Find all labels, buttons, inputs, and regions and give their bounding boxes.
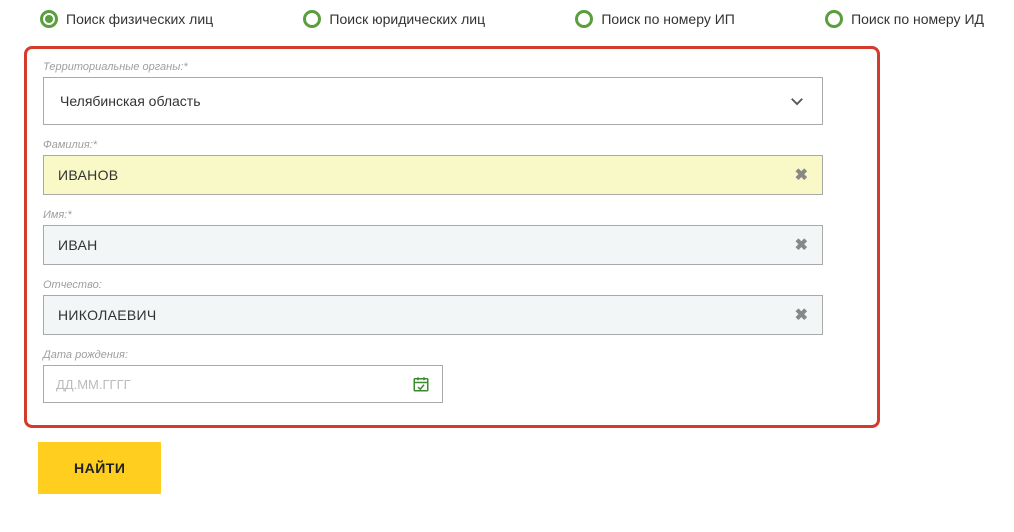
lastname-input[interactable]: [58, 167, 795, 183]
birthdate-label: Дата рождения:: [43, 349, 861, 361]
birthdate-input-wrap[interactable]: ДД.ММ.ГГГГ: [43, 365, 443, 403]
patronymic-field-group: Отчество: ✖: [43, 279, 861, 335]
territory-value: Челябинская область: [60, 93, 201, 109]
territory-field-group: Территориальные органы:* Челябинская обл…: [43, 61, 861, 125]
search-submit-button[interactable]: НАЙТИ: [38, 442, 161, 494]
chevron-down-icon: [788, 92, 806, 110]
tab-by-ip-number[interactable]: Поиск по номеру ИП: [575, 10, 735, 28]
territory-label: Территориальные органы:*: [43, 61, 861, 73]
submit-label: НАЙТИ: [74, 460, 125, 476]
tab-label: Поиск юридических лиц: [329, 11, 485, 27]
radio-icon: [825, 10, 843, 28]
radio-selected-icon: [40, 10, 58, 28]
firstname-input-wrap[interactable]: ✖: [43, 225, 823, 265]
clear-icon[interactable]: ✖: [795, 305, 808, 325]
birthdate-field-group: Дата рождения: ДД.ММ.ГГГГ: [43, 349, 861, 403]
tab-individuals[interactable]: Поиск физических лиц: [40, 10, 213, 28]
search-form-highlight: Территориальные органы:* Челябинская обл…: [24, 46, 880, 428]
tab-label: Поиск физических лиц: [66, 11, 213, 27]
lastname-field-group: Фамилия:* ✖: [43, 139, 861, 195]
search-tabs-row: Поиск физических лиц Поиск юридических л…: [0, 0, 1014, 46]
patronymic-input[interactable]: [58, 307, 795, 323]
lastname-label: Фамилия:*: [43, 139, 861, 151]
tab-by-id-number[interactable]: Поиск по номеру ИД: [825, 10, 984, 28]
patronymic-label: Отчество:: [43, 279, 861, 291]
patronymic-input-wrap[interactable]: ✖: [43, 295, 823, 335]
firstname-input[interactable]: [58, 237, 795, 253]
firstname-label: Имя:*: [43, 209, 861, 221]
radio-icon: [575, 10, 593, 28]
birthdate-placeholder: ДД.ММ.ГГГГ: [56, 377, 131, 392]
radio-icon: [303, 10, 321, 28]
clear-icon[interactable]: ✖: [795, 235, 808, 255]
clear-icon[interactable]: ✖: [795, 165, 808, 185]
tab-legal-entities[interactable]: Поиск юридических лиц: [303, 10, 485, 28]
lastname-input-wrap[interactable]: ✖: [43, 155, 823, 195]
calendar-icon[interactable]: [412, 375, 430, 393]
tab-label: Поиск по номеру ИД: [851, 11, 984, 27]
territory-select[interactable]: Челябинская область: [43, 77, 823, 125]
tab-label: Поиск по номеру ИП: [601, 11, 735, 27]
firstname-field-group: Имя:* ✖: [43, 209, 861, 265]
